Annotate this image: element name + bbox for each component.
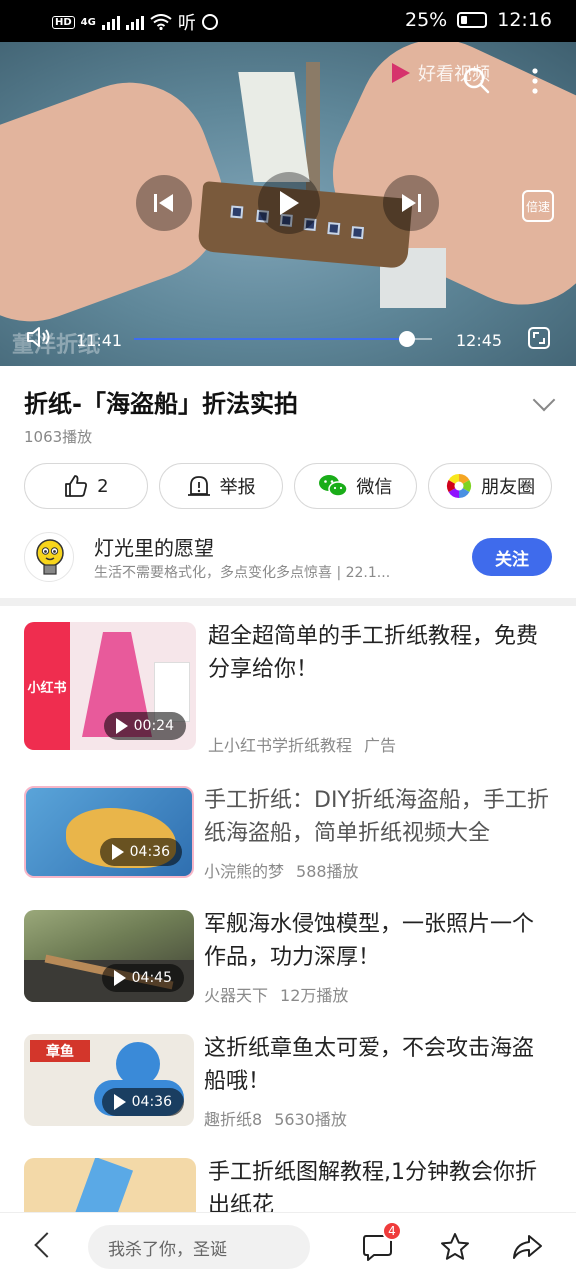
battery-icon <box>457 12 488 28</box>
author-name[interactable]: 灯光里的愿望 <box>94 532 214 561</box>
thumbs-up-icon <box>65 475 88 497</box>
bottom-bar: 我杀了你，圣诞 4 <box>0 1212 576 1280</box>
list-item-meta: 小浣熊的梦 588播放 <box>204 862 359 881</box>
play-icon <box>280 191 299 215</box>
thumbnail[interactable] <box>24 1158 196 1212</box>
progress-slider[interactable] <box>134 331 432 347</box>
list-item-meta: 趣折纸8 5630播放 <box>204 1110 347 1129</box>
duration-badge: 04:36 <box>99 838 182 866</box>
network-label: 4G <box>80 16 96 28</box>
list-item-title[interactable]: 手工折纸图解教程,1分钟教会你折出纸花 <box>208 1158 552 1212</box>
volume-icon[interactable] <box>26 325 52 349</box>
progress-knob[interactable] <box>398 331 415 347</box>
share-icon[interactable] <box>511 1233 543 1261</box>
duration-badge: 04:36 <box>101 1088 184 1116</box>
comment-count-badge: 4 <box>382 1221 402 1241</box>
search-icon[interactable] <box>462 66 490 94</box>
list-item-title[interactable]: 军舰海水侵蚀模型，一张照片一个作品，功力深厚！ <box>204 908 552 974</box>
author-row[interactable]: 灯光里的愿望 生活不需要格式化，多点变化多点惊喜 | 22.1... 关注 <box>24 532 552 582</box>
duration-badge: 04:45 <box>101 964 184 992</box>
action-row: 2 举报 微信 朋友圈 <box>24 463 552 509</box>
list-item[interactable]: 小红书 00:24 超全超简单的手工折纸教程，免费分享给你！ 上小红书学折纸教程… <box>24 620 552 755</box>
list-item[interactable]: 04:36 手工折纸：DIY折纸海盗船，手工折纸海盗船，简单折纸视频大全 小浣熊… <box>24 784 552 881</box>
brand-logo-icon <box>392 63 410 83</box>
follow-button[interactable]: 关注 <box>472 538 552 576</box>
thumbnail-label-box: 章鱼 <box>30 1040 90 1062</box>
listen-label: 听 <box>177 13 196 34</box>
status-bar: HD 4G 听 25% 12:16 <box>0 0 576 42</box>
section-divider <box>0 598 576 606</box>
thumbnail-label: 章鱼 <box>46 1044 74 1060</box>
play-count: 1063播放 <box>24 428 93 446</box>
like-button[interactable]: 2 <box>24 463 148 509</box>
previous-icon <box>154 194 173 212</box>
share-wechat-button[interactable]: 微信 <box>293 463 418 509</box>
hd-badge: HD <box>52 15 75 29</box>
fullscreen-icon[interactable] <box>527 326 551 350</box>
like-count: 2 <box>97 475 109 497</box>
duration-badge: 00:24 <box>103 712 186 740</box>
thumbnail[interactable]: 章鱼 04:36 <box>24 1034 194 1126</box>
next-icon <box>402 194 421 212</box>
share-moments-button[interactable]: 朋友圈 <box>428 463 552 509</box>
previous-button[interactable] <box>136 175 192 231</box>
thumbnail[interactable]: 04:45 <box>24 910 194 1002</box>
more-icon[interactable] <box>528 66 542 96</box>
play-button[interactable] <box>258 172 320 234</box>
list-item[interactable]: 手工折纸图解教程,1分钟教会你折出纸花 <box>24 1158 552 1212</box>
wechat-label: 微信 <box>356 477 393 498</box>
play-icon <box>113 1094 126 1110</box>
moments-label: 朋友圈 <box>481 477 536 498</box>
progress-fill <box>134 338 407 340</box>
video-player[interactable]: 好看视频 倍速 董洋折纸 11:41 12:45 <box>0 42 576 366</box>
chevron-down-icon[interactable] <box>532 388 556 412</box>
wifi-icon <box>150 14 172 30</box>
total-duration: 12:45 <box>456 331 503 350</box>
video-frame-sail <box>238 72 310 182</box>
clock: 12:16 <box>497 9 552 31</box>
list-item-meta: 上小红书学折纸教程 广告 <box>208 736 397 755</box>
play-icon <box>113 970 126 986</box>
thumbnail[interactable]: 小红书 00:24 <box>24 622 196 750</box>
play-icon <box>115 718 128 734</box>
timer-icon <box>201 14 218 30</box>
list-item-title[interactable]: 超全超简单的手工折纸教程，免费分享给你！ <box>208 620 552 686</box>
list-item-title[interactable]: 这折纸章鱼太可爱，不会攻击海盗船哦！ <box>204 1032 552 1098</box>
lightbulb-icon <box>36 539 64 575</box>
thumbnail-label: 小红书 <box>27 680 67 696</box>
video-title: 折纸-「海盗船」折法实拍 <box>24 390 298 418</box>
play-icon <box>111 844 124 860</box>
report-label: 举报 <box>219 477 256 498</box>
xiaohongshu-logo: 小红书 <box>24 622 70 750</box>
report-icon <box>187 476 210 496</box>
thumbnail[interactable]: 04:36 <box>24 786 194 878</box>
moments-icon <box>447 474 472 498</box>
avatar[interactable] <box>24 532 74 582</box>
list-item-meta: 火器天下 12万播放 <box>204 986 349 1005</box>
list-item[interactable]: 04:45 军舰海水侵蚀模型，一张照片一个作品，功力深厚！ 火器天下 12万播放 <box>24 908 552 1005</box>
signal-icon <box>101 14 120 30</box>
next-button[interactable] <box>383 175 439 231</box>
list-item-title[interactable]: 手工折纸：DIY折纸海盗船，手工折纸海盗船，简单折纸视频大全 <box>204 784 552 850</box>
thumbnail-flower <box>74 1158 134 1212</box>
current-time: 11:41 <box>76 331 123 350</box>
wechat-icon <box>319 475 349 497</box>
report-button[interactable]: 举报 <box>158 463 283 509</box>
battery-percent: 25% <box>405 9 448 31</box>
speed-button[interactable]: 倍速 <box>522 190 554 222</box>
list-item[interactable]: 章鱼 04:36 这折纸章鱼太可爱，不会攻击海盗船哦！ 趣折纸8 5630播放 <box>24 1032 552 1129</box>
signal-icon-2 <box>125 14 144 30</box>
comment-input[interactable]: 我杀了你，圣诞 <box>88 1225 310 1269</box>
author-description: 生活不需要格式化，多点变化多点惊喜 | 22.1... <box>94 565 391 581</box>
back-icon[interactable] <box>34 1232 60 1258</box>
star-icon[interactable] <box>440 1232 470 1262</box>
